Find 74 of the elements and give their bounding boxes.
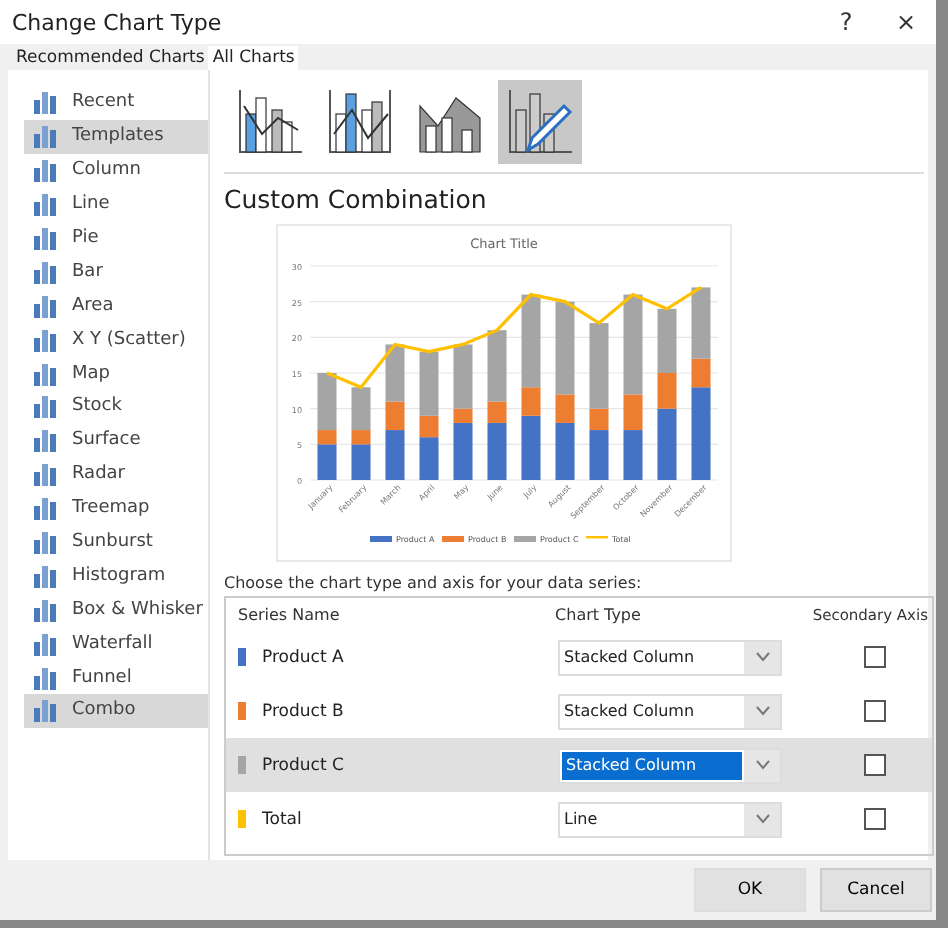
section-heading: Custom Combination: [224, 172, 924, 214]
sidebar-item[interactable]: Treemap: [24, 491, 208, 526]
series-row[interactable]: Total Line: [226, 792, 932, 846]
sidebar-item[interactable]: Line: [24, 187, 208, 222]
sidebar-item[interactable]: Templates: [24, 119, 208, 154]
chart-type-icon: [32, 226, 58, 250]
chart-type-icon: [32, 563, 58, 588]
sidebar-item[interactable]: Histogram: [24, 558, 208, 593]
chart-type-icon: [32, 462, 58, 487]
checkbox[interactable]: [864, 646, 886, 668]
series-name: Product A: [262, 647, 344, 667]
series-name: Product C: [262, 755, 344, 775]
sidebar-item[interactable]: Funnel: [24, 660, 208, 695]
series-name: Total: [262, 809, 302, 829]
sidebar-item[interactable]: Map: [24, 356, 208, 391]
legend-swatch: [442, 536, 464, 542]
tab[interactable]: All Charts: [208, 46, 299, 70]
chart-type-icon: [32, 496, 58, 521]
chevron-down-icon: [755, 814, 769, 824]
chart-type-dropdown[interactable]: Stacked Column: [558, 693, 782, 729]
chart-type-icon: [32, 597, 58, 622]
checkbox[interactable]: [864, 700, 886, 722]
chevron-down-icon: [755, 706, 769, 716]
instruction-text: Choose the chart type and axis for your data series:: [224, 574, 644, 592]
chart-type-dropdown[interactable]: Line: [558, 801, 782, 837]
series-name: Product B: [262, 701, 344, 721]
chart-type-icon: [32, 259, 58, 284]
series-row[interactable]: Product B Stacked Column: [226, 684, 932, 738]
sidebar-item[interactable]: Radar: [24, 457, 208, 492]
dialog-button[interactable]: Cancel: [820, 868, 932, 912]
chart-type-icon: [32, 394, 58, 419]
sidebar-item[interactable]: Stock: [24, 390, 208, 424]
legend-swatch: [514, 536, 536, 542]
chart-type-dropdown[interactable]: Stacked Column: [558, 639, 782, 675]
sidebar-item[interactable]: Recent: [24, 86, 208, 120]
chevron-down-icon: [755, 760, 769, 770]
column-header: Series Name: [236, 605, 342, 623]
sidebar-item[interactable]: Box & Whisker: [24, 592, 208, 627]
sidebar-item[interactable]: Sunburst: [24, 525, 208, 559]
bar-segment: [623, 430, 643, 480]
help-button[interactable]: ?: [816, 8, 876, 36]
sidebar-item[interactable]: Pie: [24, 221, 208, 255]
chart-type-icon: [32, 361, 58, 386]
chart-type-icon: [32, 192, 58, 217]
checkbox[interactable]: [864, 754, 886, 776]
dialog-button[interactable]: OK: [694, 868, 806, 912]
chart-type-icon: [32, 158, 58, 183]
chart-type-icon: [32, 327, 58, 352]
sidebar-item[interactable]: Waterfall: [24, 626, 208, 661]
chart-type-icon: [32, 124, 58, 149]
sidebar-item[interactable]: Surface: [24, 423, 208, 458]
chart-type-icon: [32, 293, 58, 318]
sidebar-item[interactable]: Combo: [24, 694, 208, 728]
chart-type-icon: [32, 428, 58, 453]
sidebar-item[interactable]: Bar: [24, 254, 208, 289]
sidebar-item[interactable]: Area: [24, 288, 208, 323]
tab[interactable]: Recommended Charts: [12, 46, 209, 70]
chart-subtype-button[interactable]: [498, 80, 582, 164]
column-header: Chart Type: [555, 605, 643, 623]
chart-type-icon: [32, 530, 58, 555]
checkbox[interactable]: [864, 808, 886, 830]
series-row[interactable]: Product A Stacked Column: [226, 630, 932, 684]
series-row[interactable]: Product C Stacked Column: [226, 738, 932, 792]
chevron-down-icon: [755, 652, 769, 662]
chart-type-icon: [32, 631, 58, 656]
chart-type-icon: [32, 698, 58, 723]
chart-type-icon: [32, 90, 58, 115]
window-title: Change Chart Type: [12, 9, 224, 35]
sidebar-item[interactable]: Column: [24, 153, 208, 188]
chart-type-icon: [32, 665, 58, 690]
close-button[interactable]: ×: [876, 8, 936, 36]
sidebar-item[interactable]: X Y (Scatter): [24, 322, 208, 357]
legend-swatch: [370, 536, 392, 542]
chart-type-dropdown[interactable]: Stacked Column: [558, 747, 782, 783]
